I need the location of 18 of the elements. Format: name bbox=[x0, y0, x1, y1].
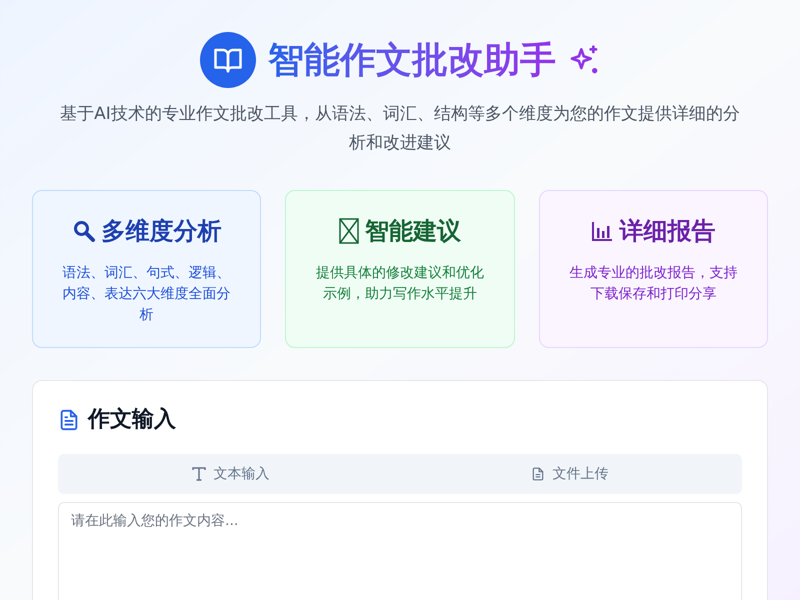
bar-chart-icon bbox=[591, 220, 614, 242]
section-title: 作文输入 bbox=[88, 406, 176, 434]
sparkle-icon bbox=[568, 44, 600, 76]
app-description: 基于AI技术的专业作文批改工具，从语法、词汇、结构等多个维度为您的作文提供详细的分析和改进建议 bbox=[60, 103, 740, 155]
document-icon bbox=[530, 466, 544, 482]
crossed-box-icon bbox=[338, 218, 359, 244]
text-icon bbox=[192, 467, 206, 481]
tab[interactable]: 文件上传 bbox=[400, 457, 739, 491]
essay-input-field[interactable]: 请在此输入您的作文内容... bbox=[58, 502, 742, 600]
document-icon bbox=[58, 408, 80, 432]
feature-title: 智能建议 bbox=[364, 216, 461, 247]
feature-description: 提供具体的修改建议和优化示例，助力写作水平提升 bbox=[314, 264, 485, 304]
search-icon bbox=[72, 219, 96, 243]
feature-title: 多维度分析 bbox=[102, 216, 222, 247]
tab[interactable]: 文本输入 bbox=[61, 457, 400, 491]
feature-title: 详细报告 bbox=[619, 216, 716, 247]
feature-description: 语法、词汇、句式、逻辑、内容、表达六大维度全面分析 bbox=[62, 264, 232, 325]
feature-description: 生成专业的批改报告，支持下载保存和打印分享 bbox=[568, 264, 738, 304]
